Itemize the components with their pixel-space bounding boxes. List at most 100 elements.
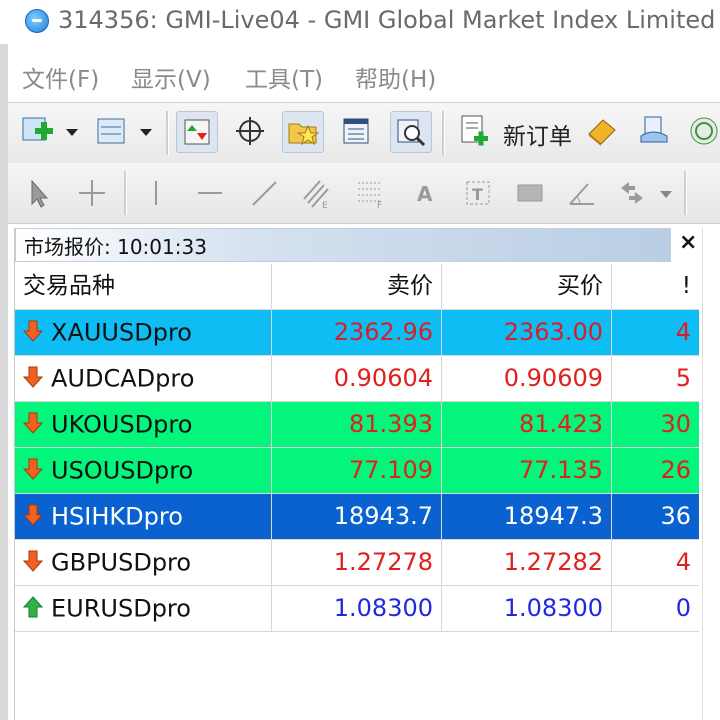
- standard-toolbar: 新订单: [8, 102, 720, 164]
- vertical-line-icon: [155, 181, 157, 205]
- symbol-name: EURUSDpro: [51, 594, 191, 623]
- rectangle-button[interactable]: [510, 173, 550, 213]
- navigator-folder-star-icon: [288, 123, 319, 146]
- spread-cell: 5: [611, 356, 699, 401]
- text-label-icon: T: [466, 181, 490, 205]
- market-watch-title-bar[interactable]: 市场报价: 10:01:33: [15, 228, 671, 262]
- symbol-name: AUDCADpro: [51, 364, 195, 393]
- market-button[interactable]: [684, 111, 720, 151]
- market-watch-title: 市场报价: 10:01:33: [24, 235, 207, 259]
- symbol-name: XAUUSDpro: [51, 318, 192, 347]
- bid-price-cell: 0.90604: [271, 356, 441, 401]
- new-chart-dropdown-icon[interactable]: [66, 129, 78, 136]
- symbol-cell: HSIHKDpro: [15, 494, 271, 539]
- terminal-icon: [343, 118, 369, 144]
- angle-tool-button[interactable]: [562, 173, 602, 213]
- signals-button[interactable]: [634, 111, 674, 151]
- new-order-label[interactable]: 新订单: [503, 117, 572, 151]
- text-a-icon: A: [417, 182, 433, 206]
- bid-price-cell: 1.08300: [271, 586, 441, 631]
- table-row[interactable]: HSIHKDpro 18943.7 18947.3 36: [15, 494, 699, 540]
- price-down-arrow-icon: [23, 320, 43, 342]
- market-watch-button[interactable]: [176, 111, 218, 153]
- column-header-bid[interactable]: 卖价: [271, 264, 441, 309]
- spread-cell: 0: [611, 586, 699, 631]
- channel-icon: E: [303, 180, 329, 209]
- cursor-button[interactable]: [18, 173, 58, 213]
- data-window-button[interactable]: [230, 111, 270, 151]
- menu-help[interactable]: 帮助(H): [355, 60, 436, 94]
- price-up-arrow-icon: [23, 596, 43, 618]
- svg-text:E: E: [322, 201, 328, 209]
- vertical-line-button[interactable]: [136, 173, 176, 213]
- text-label-button[interactable]: T: [458, 173, 498, 213]
- menu-bar: 文件(F) 显示(V) 工具(T) 帮助(H): [8, 54, 720, 98]
- symbol-name: UKOUSDpro: [51, 410, 193, 439]
- price-down-arrow-icon: [23, 412, 43, 434]
- spread-cell: 4: [611, 310, 699, 355]
- strategy-tester-icon: [397, 119, 426, 147]
- market-watch-header: 市场报价: 10:01:33 ×: [15, 228, 701, 262]
- market-watch-panel: 市场报价: 10:01:33 × 交易品种 卖价 买价 ! XAUUSDpro 2…: [14, 228, 701, 720]
- navigator-button[interactable]: [282, 111, 324, 153]
- new-chart-button[interactable]: [18, 111, 58, 151]
- trend-line-button[interactable]: [244, 173, 284, 213]
- equidistant-channel-button[interactable]: E: [296, 173, 336, 213]
- cursor-arrow-icon: [31, 179, 49, 208]
- market-icon: [690, 117, 718, 145]
- price-down-arrow-icon: [23, 366, 43, 388]
- menu-file[interactable]: 文件(F): [22, 60, 99, 94]
- bid-price-cell: 2362.96: [271, 310, 441, 355]
- expert-advisors-button[interactable]: [582, 111, 622, 151]
- spread-cell: 36: [611, 494, 699, 539]
- ask-price-cell: 1.27282: [441, 540, 611, 585]
- table-row[interactable]: GBPUSDpro 1.27278 1.27282 4: [15, 540, 699, 586]
- spread-cell: 4: [611, 540, 699, 585]
- svg-text:T: T: [472, 185, 483, 204]
- toolbar-separator: [166, 111, 169, 155]
- ask-price-cell: 77.135: [441, 448, 611, 493]
- bid-price-cell: 18943.7: [271, 494, 441, 539]
- table-row[interactable]: XAUUSDpro 2362.96 2363.00 4: [15, 310, 699, 356]
- arrows-dropdown-icon[interactable]: [660, 191, 672, 198]
- symbol-cell: EURUSDpro: [15, 586, 271, 631]
- fibonacci-button[interactable]: F: [350, 173, 390, 213]
- table-row[interactable]: EURUSDpro 1.08300 1.08300 0: [15, 586, 699, 632]
- column-header-ask[interactable]: 买价: [441, 264, 611, 309]
- table-row[interactable]: USOUSDpro 77.109 77.135 26: [15, 448, 699, 494]
- profiles-icon: [97, 118, 125, 144]
- ask-price-cell: 81.423: [441, 402, 611, 447]
- arrows-button[interactable]: [612, 173, 652, 213]
- crosshair-tool-button[interactable]: [72, 173, 112, 213]
- table-row[interactable]: UKOUSDpro 81.393 81.423 30: [15, 402, 699, 448]
- menu-tools[interactable]: 工具(T): [245, 60, 323, 94]
- symbol-cell: UKOUSDpro: [15, 402, 271, 447]
- column-header-spread[interactable]: !: [611, 264, 699, 309]
- bid-price-cell: 77.109: [271, 448, 441, 493]
- text-tool-button[interactable]: A: [404, 173, 444, 213]
- market-watch-icon: [184, 119, 210, 145]
- new-order-button[interactable]: [454, 111, 494, 151]
- close-icon[interactable]: ×: [679, 230, 697, 255]
- strategy-tester-button[interactable]: [390, 111, 432, 153]
- app-logo-icon: [25, 9, 49, 33]
- crosshair-tool-icon: [79, 180, 105, 206]
- table-row[interactable]: AUDCADpro 0.90604 0.90609 5: [15, 356, 699, 402]
- horizontal-line-button[interactable]: [190, 173, 230, 213]
- column-header-symbol[interactable]: 交易品种: [15, 264, 271, 309]
- rectangle-icon: [517, 184, 543, 202]
- drawing-toolbar: E F A T: [8, 163, 720, 224]
- menu-view[interactable]: 显示(V): [131, 60, 211, 94]
- profiles-dropdown-icon[interactable]: [140, 129, 152, 136]
- crosshair-icon: [236, 117, 264, 145]
- price-down-arrow-icon: [23, 504, 43, 526]
- profiles-button[interactable]: [92, 111, 132, 151]
- fibonacci-icon: F: [358, 182, 382, 209]
- bid-price-cell: 1.27278: [271, 540, 441, 585]
- terminal-button[interactable]: [336, 111, 376, 151]
- symbol-cell: AUDCADpro: [15, 356, 271, 401]
- ask-price-cell: 1.08300: [441, 586, 611, 631]
- new-order-icon: [461, 115, 488, 146]
- app-window: 314356: GMI-Live04 - GMI Global Market I…: [0, 0, 720, 720]
- window-title: 314356: GMI-Live04 - GMI Global Market I…: [58, 6, 716, 34]
